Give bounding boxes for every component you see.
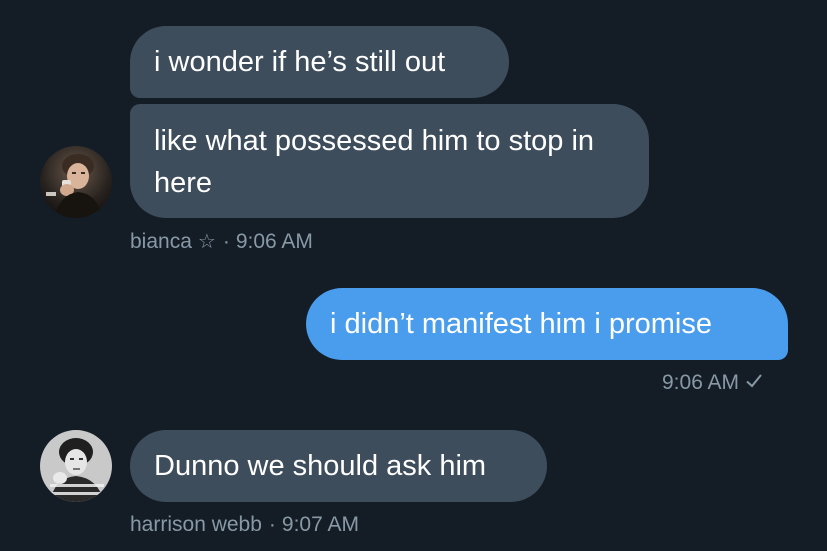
sender-name[interactable]: harrison webb <box>130 513 262 537</box>
message-meta-self: 9:06 AM <box>662 371 763 395</box>
message-text: Dunno we should ask him <box>154 450 487 482</box>
message-time: 9:06 AM <box>235 229 313 253</box>
message-text: i wonder if he’s still out <box>154 46 446 78</box>
message-bubble-outgoing[interactable]: i didn’t manifest him i promise <box>306 288 788 360</box>
sender-name[interactable]: bianca <box>130 230 192 254</box>
message-time: 9:07 AM <box>281 513 359 536</box>
message-meta-bianca: bianca ☆ · 9:06 AM <box>130 229 313 254</box>
message-time: 9:06 AM <box>662 371 740 394</box>
user-avatar-photo-icon <box>40 146 112 218</box>
message-text: i didn’t manifest him i promise <box>330 308 712 340</box>
message-text: like what possessed him to stop in here <box>154 125 595 199</box>
meta-separator: · <box>268 513 276 536</box>
checkmark-icon <box>745 371 763 395</box>
message-meta-harrison: harrison webb · 9:07 AM <box>130 513 359 537</box>
message-bubble-incoming[interactable]: Dunno we should ask him <box>130 430 547 502</box>
message-bubble-incoming[interactable]: like what possessed him to stop in here <box>130 104 649 218</box>
avatar-harrison-webb[interactable] <box>40 430 112 502</box>
user-avatar-photo-icon <box>40 430 112 502</box>
message-bubble-incoming[interactable]: i wonder if he’s still out <box>130 26 509 98</box>
star-icon: ☆ <box>197 231 216 253</box>
meta-separator: · <box>222 229 230 253</box>
avatar-bianca[interactable] <box>40 146 112 218</box>
